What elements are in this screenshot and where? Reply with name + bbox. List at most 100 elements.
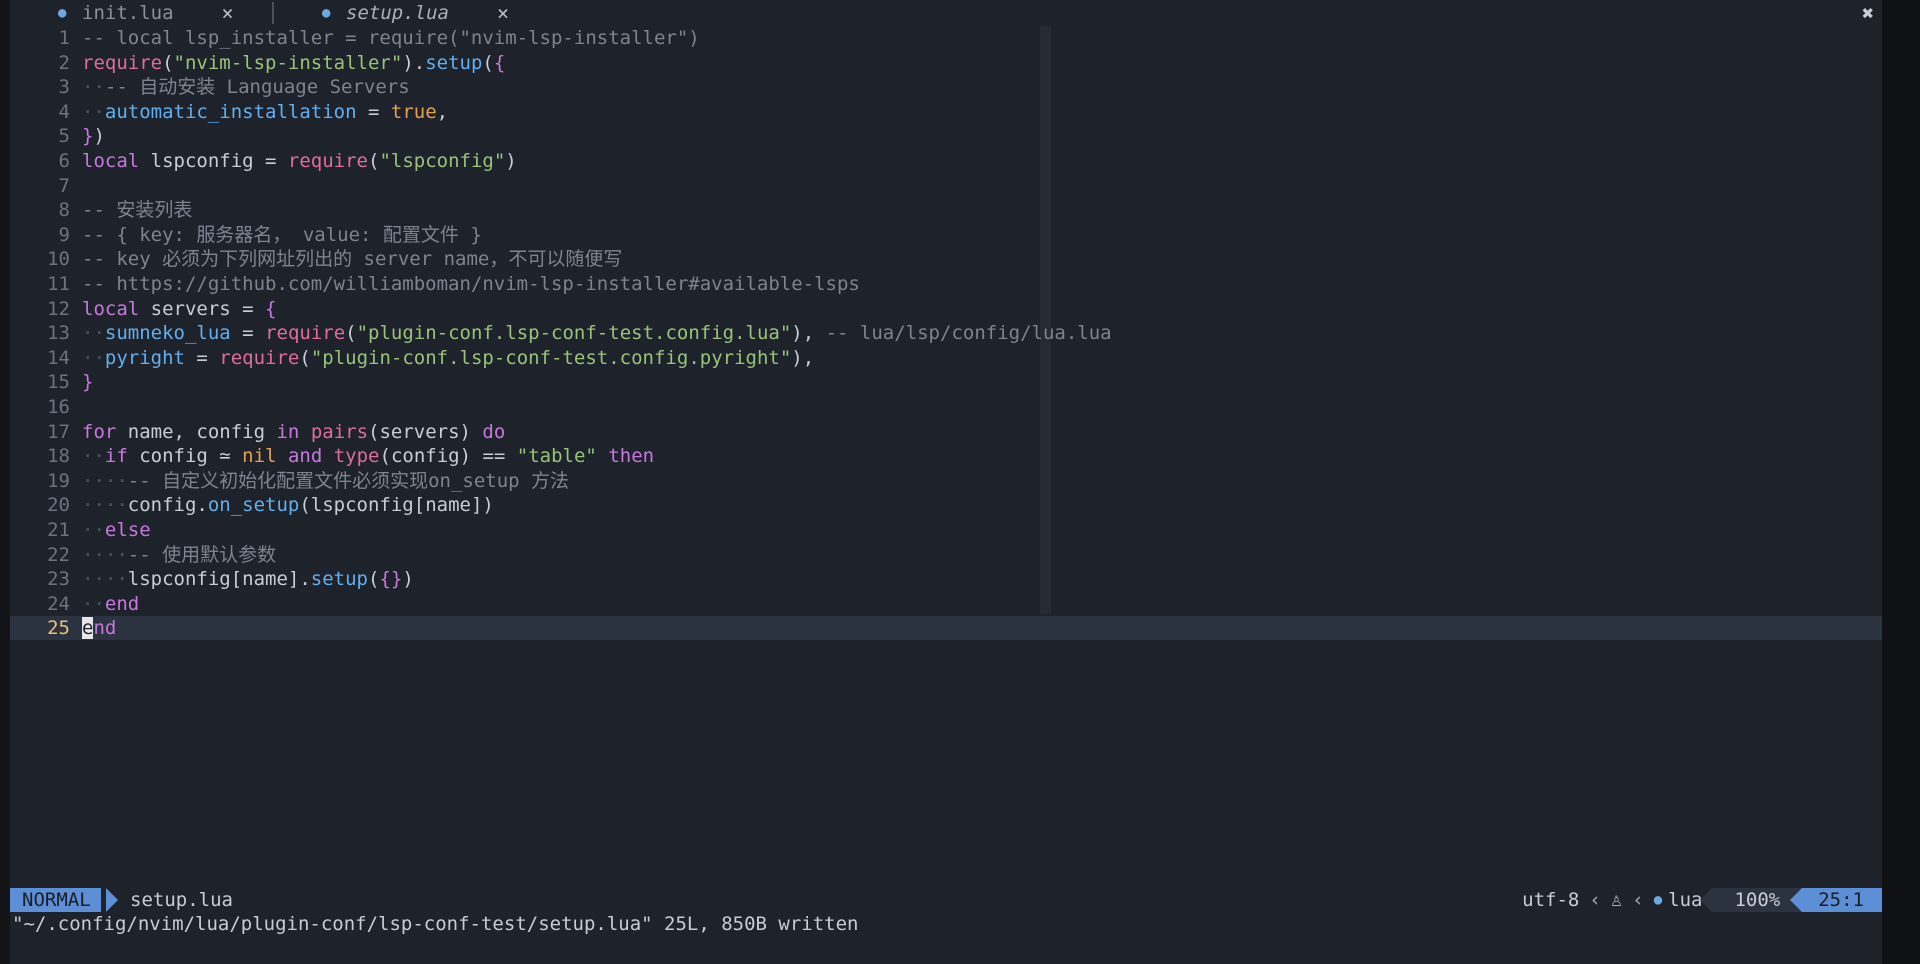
chevron-left-icon: ‹	[1589, 889, 1601, 911]
line-code: ··sumneko_lua = require("plugin-conf.lsp…	[82, 321, 1112, 345]
code-line[interactable]: 21 ··else	[10, 518, 1882, 542]
code-line[interactable]: 13 ··sumneko_lua = require("plugin-conf.l…	[10, 321, 1882, 345]
close-icon[interactable]: ×	[497, 1, 509, 25]
code-line[interactable]: 23 ····lspconfig[name].setup({})	[10, 567, 1882, 591]
tab-init-lua[interactable]: ● init.lua ×	[10, 0, 260, 26]
editor-buffer[interactable]: 1 -- local lsp_installer = require("nvim-…	[10, 26, 1882, 888]
linux-penguin-icon: ♙	[1610, 889, 1623, 911]
line-number: 10	[47, 248, 70, 271]
code-line[interactable]: 25 end	[10, 616, 1882, 641]
code-line[interactable]: 20 ····config.on_setup(lspconfig[name])	[10, 493, 1882, 517]
code-token: ····	[82, 543, 128, 566]
code-line[interactable]: 5})	[10, 124, 1882, 148]
code-token: require	[219, 346, 300, 369]
line-number: 16	[47, 396, 70, 418]
code-token: ··	[82, 100, 105, 123]
code-token: =	[356, 100, 391, 123]
code-line[interactable]: 16	[10, 395, 1882, 419]
chevron-left-icon: ‹	[1632, 889, 1644, 911]
line-number: 13	[47, 322, 70, 345]
code-token: sumneko_lua	[104, 322, 231, 345]
line-number: 22	[47, 543, 70, 566]
code-token: -- local lsp_installer = require("nvim-l…	[82, 27, 700, 49]
line-number: 18	[47, 445, 70, 468]
code-token: ····	[82, 494, 128, 517]
code-token: "plugin-conf.lsp-conf-test.config.lua"	[356, 322, 792, 345]
line-number: 21	[47, 519, 70, 541]
code-line[interactable]: 18 ··if config ≃ nil and type(config) == …	[10, 444, 1882, 468]
line-code: end	[82, 616, 116, 640]
status-filename: setup.lua	[130, 889, 233, 911]
close-all-icon[interactable]: ✖	[1862, 1, 1874, 25]
code-token: {	[493, 51, 506, 74]
encoding: utf-8	[1522, 889, 1580, 911]
code-token: true	[390, 100, 437, 123]
code-token: lspconfig =	[139, 150, 288, 172]
code-token: (servers)	[368, 420, 483, 443]
code-token: else	[104, 519, 151, 541]
code-line[interactable]: 9 -- { key: 服务器名， value: 配置文件 }	[10, 223, 1882, 247]
code-line[interactable]: 4 ··automatic_installation = true,	[10, 100, 1882, 124]
line-number: 2	[58, 51, 70, 74]
tab-label: init.lua	[82, 2, 174, 24]
code-line[interactable]: 7	[10, 174, 1882, 198]
code-token: ,	[436, 100, 449, 123]
code-token: (	[162, 51, 174, 74]
line-code: }	[82, 370, 93, 394]
line-number: 20	[47, 494, 70, 517]
code-line[interactable]: 1 -- local lsp_installer = require("nvim-…	[10, 26, 1882, 50]
line-number: 14	[47, 346, 70, 369]
code-line[interactable]: 19 ····-- 自定义初始化配置文件必须实现on_setup 方法	[10, 469, 1882, 493]
tab-setup-lua[interactable]: ● setup.lua ×	[274, 0, 519, 26]
command-line[interactable]: "~/.config/nvim/lua/plugin-conf/lsp-conf…	[10, 912, 1884, 936]
close-icon[interactable]: ×	[222, 1, 234, 25]
code-line[interactable]: 15}	[10, 370, 1882, 394]
code-token: config.	[127, 494, 208, 517]
code-line[interactable]: 11 -- https://github.com/williamboman/nvi…	[10, 272, 1882, 296]
code-line[interactable]: 6 local lspconfig = require("lspconfig")	[10, 149, 1882, 173]
code-token: nil	[242, 445, 277, 468]
code-token: ··	[82, 76, 105, 99]
code-line[interactable]: 24 ··end	[10, 592, 1882, 616]
line-number: 1	[58, 27, 70, 49]
code-line[interactable]: 2 require("nvim-lsp-installer").setup({	[10, 51, 1882, 75]
code-token: }	[82, 371, 94, 394]
line-code: -- local lsp_installer = require("nvim-l…	[82, 26, 700, 50]
code-token: ··	[82, 322, 105, 345]
line-code: -- { key: 服务器名， value: 配置文件 }	[82, 223, 482, 247]
scroll-percent: 100%	[1700, 888, 1791, 912]
mode-separator	[106, 888, 118, 912]
code-token: local	[82, 150, 140, 172]
code-token: ··	[82, 346, 105, 369]
code-line[interactable]: 10 -- key 必须为下列网址列出的 server name，不可以随便写	[10, 247, 1882, 271]
code-token: "nvim-lsp-installer"	[173, 51, 403, 74]
line-number: 9	[58, 223, 70, 246]
status-line: NORMAL setup.lua utf-8 ‹ ♙ ‹ ● lua 100% …	[10, 888, 1882, 912]
code-token: require	[287, 150, 368, 172]
code-token: setup	[425, 51, 483, 74]
code-token: pyright	[104, 346, 185, 369]
code-token: pairs	[310, 420, 369, 443]
code-line[interactable]: 8 -- 安装列表	[10, 198, 1882, 222]
code-line[interactable]: 22 ····-- 使用默认参数	[10, 543, 1882, 567]
code-line[interactable]: 17 for name, config in pairs(servers) do	[10, 420, 1882, 444]
code-token: -- 安装列表	[82, 199, 193, 222]
code-token: setup	[310, 568, 368, 591]
code-line[interactable]: 3 ··-- 自动安装 Language Servers	[10, 75, 1882, 99]
mode-indicator: NORMAL	[10, 888, 101, 912]
code-token: automatic_installation	[104, 100, 357, 123]
code-token: (	[368, 150, 380, 172]
code-token: -- 自动安装 Language Servers	[104, 76, 410, 99]
code-token: ),	[791, 322, 826, 345]
tab-label: setup.lua	[346, 2, 449, 24]
line-code: ··else	[82, 518, 151, 542]
code-line[interactable]: 12 local servers = {	[10, 297, 1882, 321]
lua-file-icon: ●	[58, 5, 67, 21]
code-token: if	[104, 445, 128, 468]
code-token: -- key 必须为下列网址列出的 server name，不可以随便写	[82, 248, 623, 271]
line-number: 8	[58, 199, 70, 222]
code-line[interactable]: 14 ··pyright = require("plugin-conf.lsp-c…	[10, 346, 1882, 370]
line-code: -- key 必须为下列网址列出的 server name，不可以随便写	[82, 247, 622, 271]
filetype: lua	[1668, 889, 1703, 911]
